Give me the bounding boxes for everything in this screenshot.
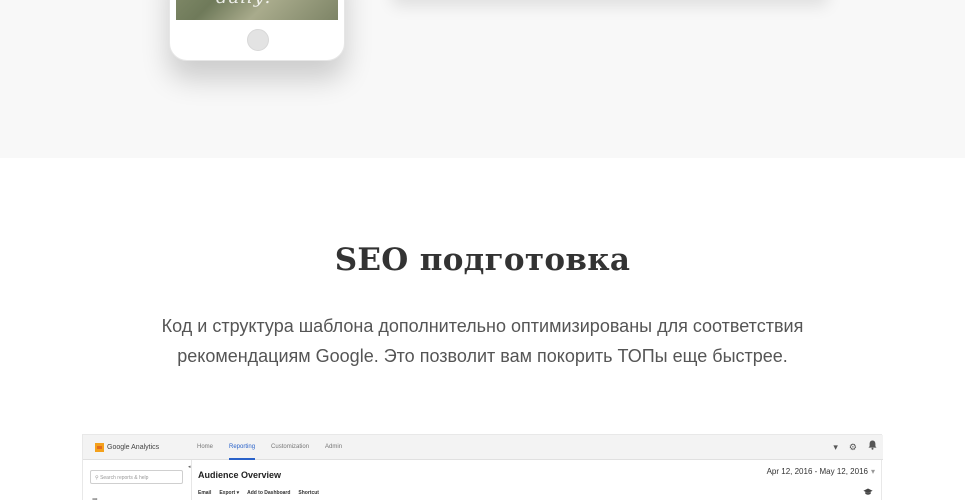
analytics-logo: Google Analytics xyxy=(95,442,159,453)
phone-home-button xyxy=(247,29,269,51)
section-title: SEO подготовка xyxy=(334,242,631,278)
analytics-email-button: Email xyxy=(198,490,212,496)
gear-icon: ⚙ xyxy=(848,442,857,452)
search-icon: ⚲ xyxy=(95,475,99,481)
top-band: daily! xyxy=(0,0,965,158)
analytics-topbar: Google Analytics Home Reporting Customiz… xyxy=(83,435,883,460)
analytics-logo-text: Google Analytics xyxy=(107,444,160,451)
analytics-export-button: Export ▾ xyxy=(219,490,240,496)
analytics-date-range: Apr 12, 2016 - May 12, 2016 ▾ xyxy=(767,467,875,476)
analytics-nav-customization: Customization xyxy=(271,444,310,450)
graduation-cap-icon xyxy=(863,488,873,498)
bell-icon xyxy=(868,440,877,454)
analytics-date-text: Apr 12, 2016 - May 12, 2016 xyxy=(766,467,868,476)
analytics-nav-home: Home xyxy=(197,444,214,450)
analytics-add-dashboard-button: Add to Dashboard xyxy=(247,490,291,496)
section-description: Код и структура шаблона дополнительно оп… xyxy=(161,316,804,366)
chevron-down-icon: ▾ xyxy=(870,467,875,476)
analytics-nav: Home Reporting Customization Admin xyxy=(197,435,358,460)
analytics-logo-icon xyxy=(95,443,104,452)
caret-down-icon: ▾ xyxy=(833,442,838,452)
analytics-shortcut-button: Shortcut xyxy=(298,490,319,496)
analytics-toolbar: Email Export ▾ Add to Dashboard Shortcut xyxy=(198,490,327,496)
phone-screen-image: daily! xyxy=(176,0,338,20)
analytics-topbar-icons: ▾ ⚙ xyxy=(822,440,877,454)
analytics-nav-admin: Admin xyxy=(325,444,343,450)
analytics-search-placeholder: Search reports & help xyxy=(100,475,149,481)
analytics-search-input: ⚲ Search reports & help xyxy=(90,470,183,484)
analytics-sidebar-divider xyxy=(191,460,192,500)
phone-mockup: daily! xyxy=(169,0,345,61)
analytics-nav-reporting: Reporting xyxy=(229,435,256,460)
collapse-icon: ◂ xyxy=(188,464,191,470)
phone-image-caption: daily! xyxy=(216,0,273,8)
analytics-screenshot: Google Analytics Home Reporting Customiz… xyxy=(82,434,883,500)
analytics-page-title: Audience Overview xyxy=(198,470,282,480)
